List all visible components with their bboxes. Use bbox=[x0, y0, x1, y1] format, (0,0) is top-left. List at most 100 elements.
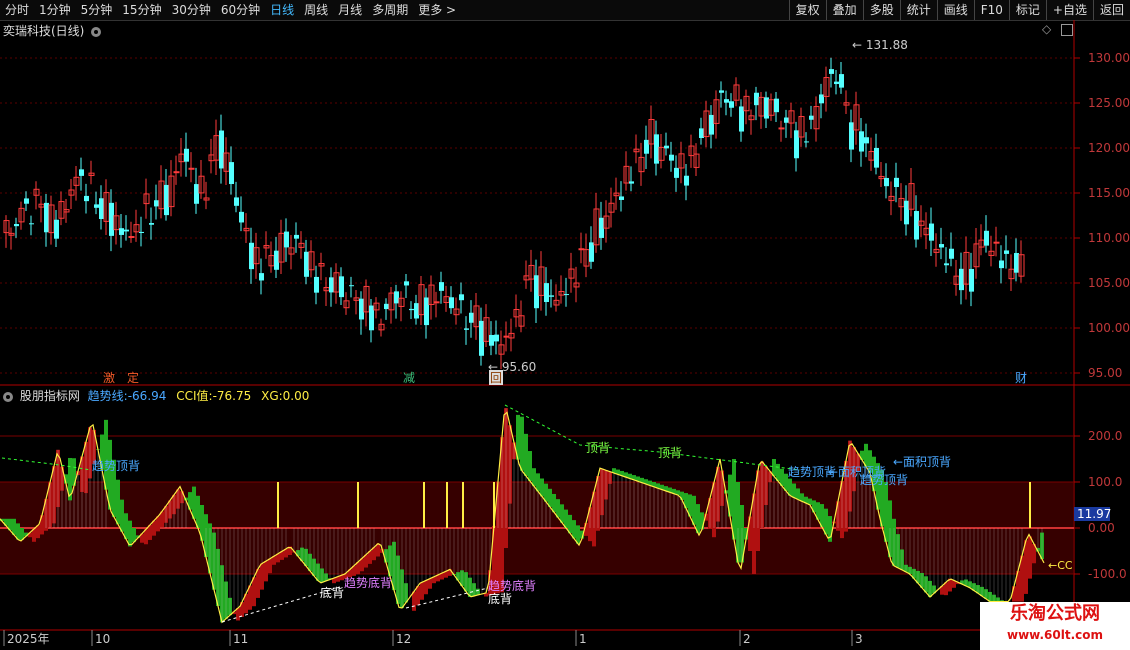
indicator-gear-icon[interactable] bbox=[3, 391, 13, 402]
candle-body bbox=[263, 245, 270, 249]
event-marker: 减 bbox=[403, 371, 415, 385]
event-marker-box bbox=[402, 370, 416, 385]
action-button-1[interactable]: 叠加 bbox=[825, 0, 863, 20]
candle-body bbox=[384, 303, 389, 310]
period-tab-8[interactable]: 月线 bbox=[333, 0, 367, 20]
event-marker: 定 bbox=[127, 370, 139, 385]
candle-body bbox=[669, 154, 674, 161]
divergence-annotation: 趋势顶背 bbox=[860, 473, 908, 487]
period-tab-10[interactable]: 更多 > bbox=[413, 0, 461, 20]
time-label: 2025年 bbox=[7, 632, 50, 646]
candle-body bbox=[314, 276, 319, 293]
action-button-6[interactable]: 标记 bbox=[1008, 0, 1046, 20]
settings-gear-icon[interactable] bbox=[91, 26, 102, 37]
candle-body bbox=[88, 172, 95, 176]
price-tick-label: 110.00 bbox=[1088, 231, 1130, 245]
candle-body bbox=[44, 202, 49, 233]
candle-body bbox=[124, 229, 129, 232]
candle-body bbox=[904, 200, 909, 225]
candle-body bbox=[884, 177, 889, 187]
event-marker: 财 bbox=[1015, 371, 1027, 385]
candle-body bbox=[54, 219, 59, 239]
candle-body bbox=[834, 81, 839, 85]
cci-band bbox=[0, 482, 1074, 574]
candle-body bbox=[249, 242, 254, 270]
period-tab-7[interactable]: 周线 bbox=[299, 0, 333, 20]
candle-body bbox=[489, 334, 494, 346]
candle-body bbox=[558, 290, 565, 296]
event-marker: 回 bbox=[490, 371, 502, 385]
candle-body bbox=[784, 117, 789, 123]
candle-body bbox=[168, 175, 175, 208]
candle-body bbox=[483, 317, 490, 342]
period-tab-0[interactable]: 分时 bbox=[0, 0, 34, 20]
candle-body bbox=[853, 104, 860, 131]
action-button-5[interactable]: F10 bbox=[973, 0, 1009, 20]
candle-body bbox=[843, 102, 850, 106]
candle-body bbox=[133, 224, 140, 233]
candle-body bbox=[349, 285, 354, 287]
action-button-4[interactable]: 画线 bbox=[936, 0, 974, 20]
time-label: 12 bbox=[396, 632, 411, 646]
price-tick-label: 130.00 bbox=[1088, 51, 1130, 65]
candle-body bbox=[194, 184, 199, 204]
candle-body bbox=[933, 248, 940, 253]
candle-body bbox=[583, 249, 590, 267]
period-tab-6[interactable]: 日线 bbox=[265, 0, 299, 20]
period-tab-9[interactable]: 多周期 bbox=[367, 0, 413, 20]
main-panel-title: 奕瑞科技(日线) bbox=[3, 22, 102, 39]
price-tick-label: 105.00 bbox=[1088, 276, 1130, 290]
candle-body bbox=[173, 171, 180, 174]
candle-body bbox=[549, 295, 554, 297]
candle-body bbox=[103, 192, 110, 222]
candle-body bbox=[14, 224, 19, 227]
expand-icon[interactable] bbox=[1061, 23, 1074, 36]
candle-body bbox=[644, 139, 649, 154]
candle-body bbox=[139, 231, 144, 233]
action-button-3[interactable]: 统计 bbox=[899, 0, 937, 20]
period-tab-2[interactable]: 5分钟 bbox=[76, 0, 118, 20]
candle-body bbox=[593, 208, 600, 246]
action-button-0[interactable]: 复权 bbox=[788, 0, 826, 20]
candle-body bbox=[409, 308, 414, 311]
action-button-7[interactable]: +自选 bbox=[1045, 0, 1093, 20]
price-tick-label: 115.00 bbox=[1088, 186, 1130, 200]
candle-body bbox=[48, 204, 55, 234]
candle-body bbox=[369, 305, 374, 331]
period-tab-5[interactable]: 60分钟 bbox=[216, 0, 265, 20]
candle-body bbox=[229, 162, 234, 185]
candle-body bbox=[8, 232, 15, 236]
candle-body bbox=[809, 115, 814, 120]
candle-body bbox=[678, 153, 685, 169]
candle-body bbox=[693, 153, 700, 168]
candle-body bbox=[203, 197, 210, 201]
candle-body bbox=[428, 284, 435, 305]
candle-body bbox=[684, 175, 689, 186]
period-tab-3[interactable]: 15分钟 bbox=[117, 0, 166, 20]
diamond-icon[interactable]: ◇ bbox=[1042, 22, 1051, 36]
action-button-8[interactable]: 返回 bbox=[1092, 0, 1130, 20]
candle-body bbox=[674, 167, 679, 178]
time-label: 1 bbox=[579, 632, 587, 646]
candle-body bbox=[239, 211, 244, 223]
candle-body bbox=[739, 106, 744, 132]
candle-body bbox=[29, 223, 34, 225]
candle-body bbox=[724, 99, 729, 103]
candle-body bbox=[449, 297, 454, 309]
candle-body bbox=[518, 315, 525, 327]
candle-body bbox=[774, 98, 779, 113]
candle-body bbox=[623, 165, 630, 184]
period-tab-4[interactable]: 30分钟 bbox=[167, 0, 216, 20]
action-button-2[interactable]: 多股 bbox=[862, 0, 900, 20]
candle-body bbox=[404, 281, 409, 286]
candle-body bbox=[608, 202, 615, 213]
candle-body bbox=[443, 296, 450, 304]
current-value-tag bbox=[1074, 507, 1110, 521]
watermark-title: 乐淘公式网 bbox=[1010, 603, 1100, 624]
candle-body bbox=[939, 244, 944, 248]
candle-body bbox=[513, 308, 520, 318]
divergence-line bbox=[504, 404, 801, 471]
candle-body bbox=[703, 110, 710, 138]
period-tab-1[interactable]: 1分钟 bbox=[34, 0, 76, 20]
divergence-annotation: ←面积顶背 bbox=[893, 455, 951, 469]
